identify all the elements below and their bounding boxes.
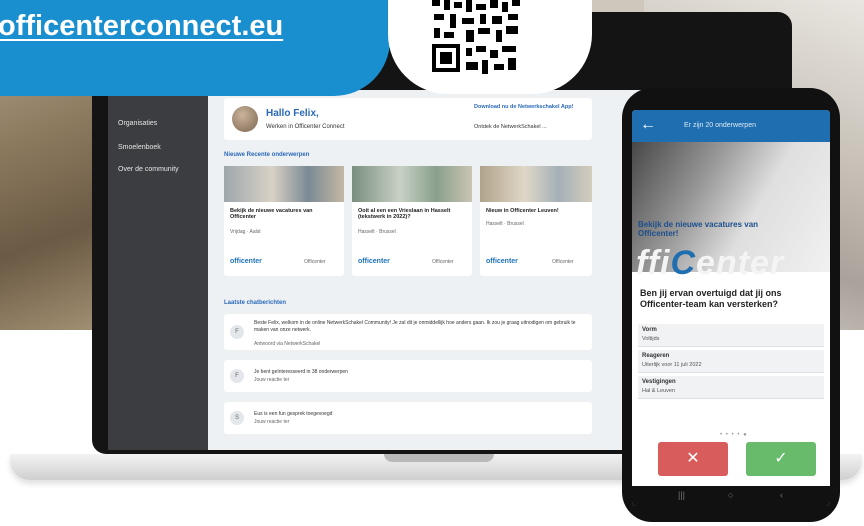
vacancy-photo: Bekijk de nieuwe vacatures van Officente…	[632, 142, 830, 282]
message-sub: Jouw reactie ter	[254, 377, 290, 383]
check-icon: ✓	[774, 450, 788, 467]
home-icon[interactable]: ○	[728, 490, 733, 500]
brand-text: officenter	[486, 258, 518, 265]
message-item[interactable]: S Eus is een fun gesprek toegevoegd Jouw…	[224, 402, 592, 434]
reject-button[interactable]: ✕	[658, 442, 728, 476]
brand-part: enter	[696, 244, 785, 282]
download-app-link[interactable]: Download nu de Netwerkschakel App!	[474, 104, 590, 110]
phone-screen: ← Er zijn 20 onderwerpen Bekijk de nieuw…	[632, 110, 830, 506]
detail-label: Vorm	[642, 327, 657, 333]
topic-card[interactable]: Bekijk de nieuwe vacatures van Officente…	[224, 166, 344, 276]
topic-card[interactable]: Nieuw in Officenter Leuven! Hasselt · Br…	[480, 166, 592, 276]
message-avatar: F	[230, 369, 244, 383]
accept-button[interactable]: ✓	[746, 442, 816, 476]
laptop-notch	[384, 454, 494, 462]
detail-value: Uiterlijk voor 11 juli 2022	[642, 362, 702, 368]
topic-thumbnail	[480, 166, 592, 202]
message-item[interactable]: F Je bent geïnteresseerd in 38 onderwerp…	[224, 360, 592, 392]
brand-part: C	[670, 244, 697, 282]
brand-part: ffi	[636, 244, 671, 282]
back-icon[interactable]: ‹	[780, 490, 783, 500]
sidebar-item-over-community[interactable]: Over de community	[118, 166, 179, 173]
message-avatar: S	[230, 411, 244, 425]
message-text: Eus is een fun gesprek toegevoegd	[254, 411, 333, 417]
vacancy-question: Ben jij ervan overtuigd dat jij ons Offi…	[640, 288, 782, 309]
download-app-sub: Ontdek de NetwerkSchakel ...	[474, 124, 547, 130]
detail-label: Reageren	[642, 353, 670, 359]
url-banner: g officenterconnect.eu	[0, 0, 390, 96]
topic-title: Ooit al een een Vrieslaan in Hasselt (te…	[358, 208, 451, 220]
section-latest-messages: Laatste chatberichten	[224, 300, 287, 306]
greeting-subtitle: Werken in Officenter Connect	[266, 124, 345, 130]
sidebar-item-organisaties[interactable]: Organisaties	[118, 120, 157, 127]
topic-meta: Hasselt · Brussel	[358, 229, 396, 235]
message-text: Beste Felix, welkom in de online Netwerk…	[254, 320, 576, 333]
qr-code-icon[interactable]	[410, 0, 530, 78]
message-avatar: F	[230, 325, 244, 339]
sidebar: Organisaties Smoelenboek Over de communi…	[108, 90, 208, 450]
topic-thumbnail	[352, 166, 472, 202]
message-sub: Antwoord via NetwerkSchakel	[254, 341, 321, 347]
message-item[interactable]: F Beste Felix, welkom in de online Netwe…	[224, 314, 592, 350]
topic-card[interactable]: Ooit al een een Vrieslaan in Hasselt (te…	[352, 166, 472, 276]
detail-label: Vestigingen	[642, 379, 676, 385]
avatar	[232, 106, 258, 132]
sidebar-item-smoelenboek[interactable]: Smoelenboek	[118, 144, 161, 151]
officenter-logo: officenter	[486, 258, 518, 265]
detail-value: Voltijds	[642, 336, 660, 342]
recent-apps-icon[interactable]: |||	[678, 490, 685, 500]
close-icon: ✕	[686, 450, 700, 467]
officenter-logo: officenter	[358, 258, 390, 265]
brand-text: officenter	[358, 258, 390, 265]
topic-meta: Vrijdag · Aalst	[230, 229, 261, 235]
detail-row: Vestigingen Hal & Leuven	[638, 376, 824, 399]
section-recent-topics: Nieuwe Recente onderwerpen	[224, 152, 310, 158]
android-nav-bar: ||| ○ ‹	[632, 486, 830, 506]
message-sub: Jouw reactie ter	[254, 419, 290, 425]
photo-caption: Bekijk de nieuwe vacatures van Officente…	[638, 220, 759, 238]
topic-title: Nieuw in Officenter Leuven!	[486, 208, 559, 214]
greeting-card: Hallo Felix, Werken in Officenter Connec…	[224, 98, 592, 140]
brand-text: officenter	[230, 258, 262, 265]
phone-header-title: Er zijn 20 onderwerpen	[684, 122, 756, 129]
photo-brand-logo: ffiCenter	[636, 244, 784, 283]
topic-thumbnail	[224, 166, 344, 202]
detail-row: Vorm Voltijds	[638, 324, 824, 347]
topic-org: Officenter	[304, 259, 326, 265]
detail-value: Hal & Leuven	[642, 388, 676, 394]
officenter-logo: officenter	[230, 258, 262, 265]
detail-row: Reageren Uiterlijk voor 11 juli 2022	[638, 350, 824, 373]
message-text: Je bent geïnteresseerd in 38 onderwerpen	[254, 369, 348, 375]
topic-org: Officenter	[552, 259, 574, 265]
topic-title: Bekijk de nieuwe vacatures van Officente…	[230, 208, 313, 220]
topic-meta: Hasselt · Brussel	[486, 221, 524, 227]
url-link[interactable]: officenterconnect.eu	[0, 10, 283, 43]
pager-dots: • • • • ●	[720, 432, 748, 438]
back-arrow-icon[interactable]: ←	[640, 116, 656, 134]
greeting-title: Hallo Felix,	[266, 108, 319, 119]
topic-org: Officenter	[432, 259, 454, 265]
phone-header: ← Er zijn 20 onderwerpen	[632, 110, 830, 142]
